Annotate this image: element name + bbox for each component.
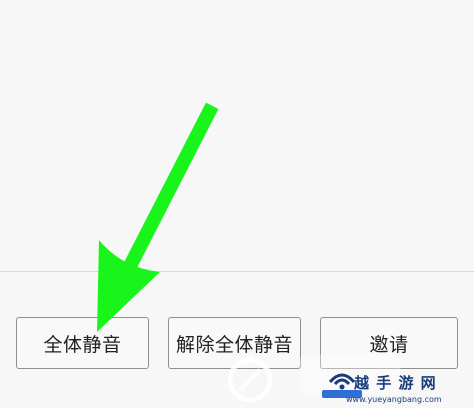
meeting-content-area (0, 0, 474, 272)
mute-all-label: 全体静音 (43, 333, 122, 356)
invite-button[interactable]: 邀请 (320, 317, 458, 369)
watermark-brand: 越 手 游 网 (354, 374, 437, 392)
mute-all-button[interactable]: 全体静音 (16, 317, 149, 369)
unmute-all-label: 解除全体静音 (175, 333, 293, 356)
unmute-all-button[interactable]: 解除全体静音 (168, 317, 301, 369)
watermark-url: www.yueyangbang.com (346, 395, 442, 404)
invite-label: 邀请 (369, 333, 409, 356)
